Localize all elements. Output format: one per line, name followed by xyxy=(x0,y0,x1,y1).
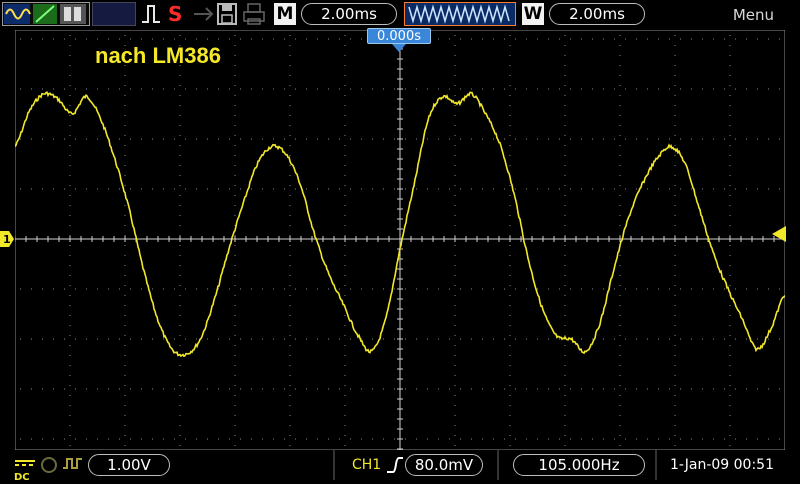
dc-coupling-icon xyxy=(15,460,35,466)
trigger-time-marker xyxy=(392,44,406,52)
stop-status-letter: S xyxy=(168,2,183,26)
acquire-mode-icon xyxy=(4,4,86,24)
main-timebase-label: M xyxy=(274,3,296,25)
ch1-scale-display[interactable]: 1.00V xyxy=(88,454,170,476)
rising-edge-icon xyxy=(387,457,403,473)
ch1-ground-marker[interactable]: 1 xyxy=(0,231,14,247)
trigger-position-label[interactable]: 0.000s xyxy=(367,28,431,44)
mode-icons-group xyxy=(2,2,90,26)
trigger-level-marker[interactable] xyxy=(770,226,786,242)
window-timebase-label: W xyxy=(522,3,544,25)
memory-depth-indicator xyxy=(92,2,136,26)
timebase-display[interactable]: 2.00ms xyxy=(301,3,397,25)
screen-annotation: nach LM386 xyxy=(95,43,221,68)
waveform-preview-bar[interactable] xyxy=(404,2,516,26)
trigger-channel-label: CH1 xyxy=(352,457,382,473)
ch1-marker-label: 1 xyxy=(3,233,11,246)
print-icon[interactable] xyxy=(242,2,266,26)
separator xyxy=(333,450,335,480)
top-toolbar: S M 2.00ms W 2.00ms Menu xyxy=(0,0,800,30)
bandwidth-limit-icon xyxy=(41,457,57,473)
window-timebase-display[interactable]: 2.00ms xyxy=(549,3,645,25)
bottom-status-bar: DC 1.00V CH1 80.0mV 105.000Hz 1-Jan-09 0… xyxy=(0,450,800,483)
graticule xyxy=(15,30,785,450)
coupling-indicator: DC xyxy=(14,453,36,483)
separator xyxy=(655,450,657,480)
trigger-level-display[interactable]: 80.0mV xyxy=(405,454,483,476)
coupling-label: DC xyxy=(14,472,30,483)
waveform-screen xyxy=(15,30,785,450)
invert-icon xyxy=(63,458,82,469)
usb-icon xyxy=(194,7,214,21)
save-icon[interactable] xyxy=(216,2,238,26)
menu-button[interactable]: Menu xyxy=(733,6,774,24)
separator xyxy=(497,450,499,480)
datetime-display: 1-Jan-09 00:51 xyxy=(670,457,774,473)
frequency-counter-display: 105.000Hz xyxy=(513,454,645,476)
window-wave-icon xyxy=(408,4,510,24)
trigger-edge-icon xyxy=(142,5,160,23)
